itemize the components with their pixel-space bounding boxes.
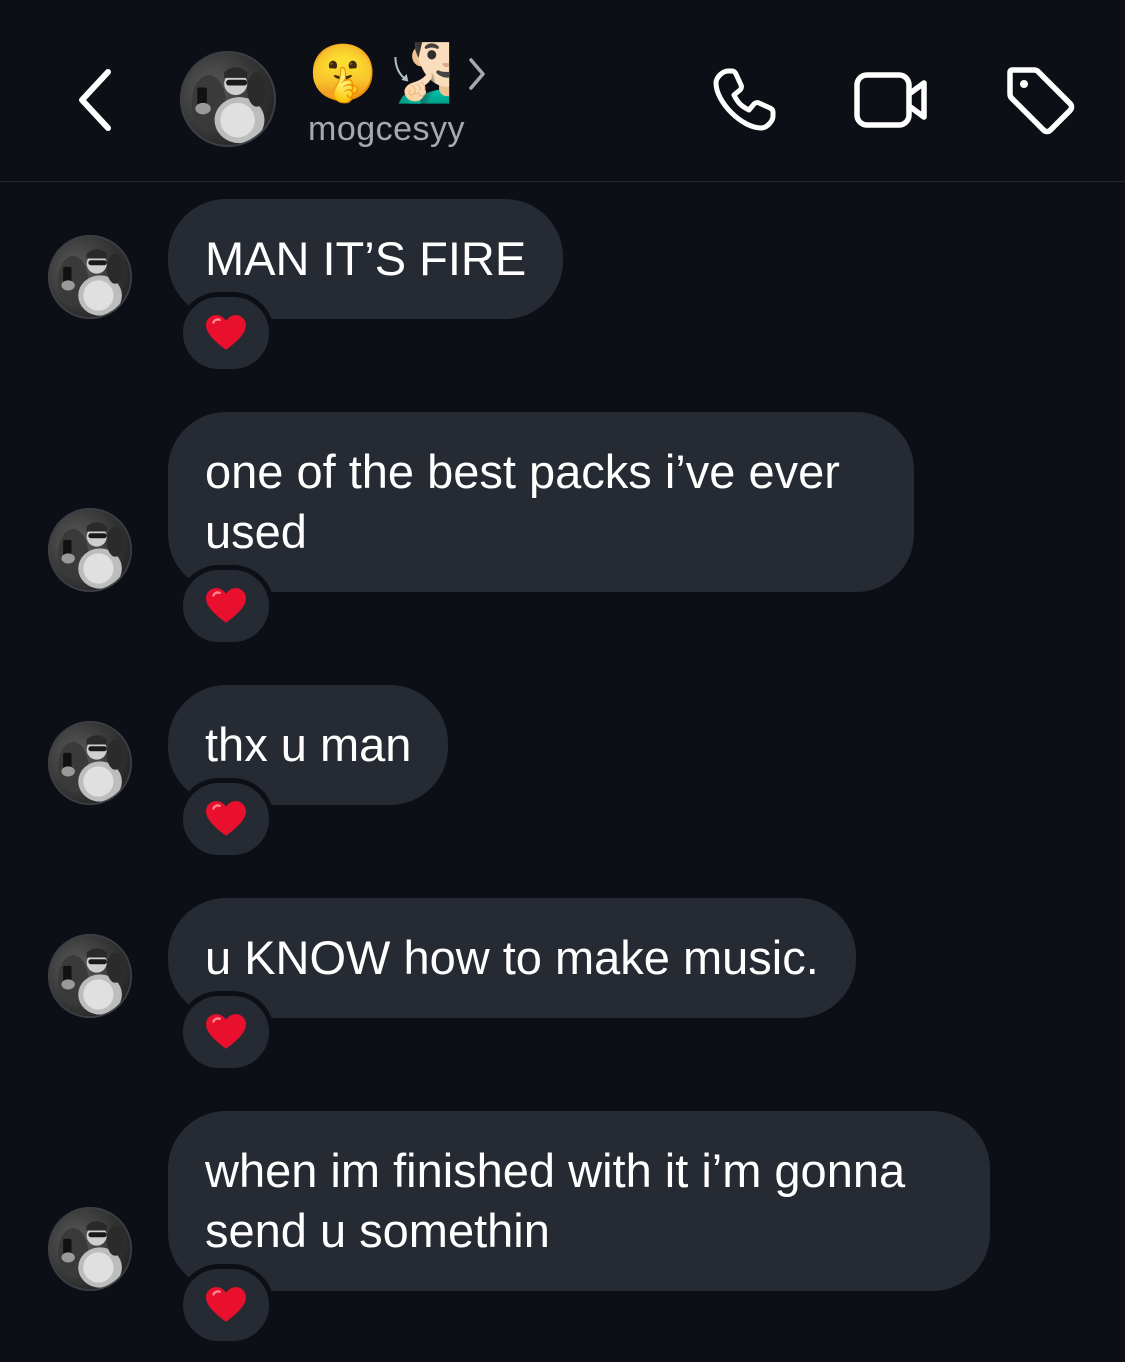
red-heart-icon xyxy=(205,1013,247,1051)
profile-photo xyxy=(48,235,132,319)
thread-title[interactable]: 🤫 🧏🏻‍♂️ xyxy=(308,42,487,106)
heart-reaction[interactable] xyxy=(178,1264,274,1346)
profile-photo xyxy=(48,508,132,592)
message-text: one of the best packs i’ve ever used xyxy=(205,445,840,558)
message-bubble[interactable]: when im finished with it i’m gonna send … xyxy=(168,1111,990,1291)
red-heart-icon xyxy=(205,587,247,625)
red-heart-icon xyxy=(205,800,247,838)
chevron-left-icon xyxy=(79,69,111,131)
heart-reaction[interactable] xyxy=(178,991,274,1073)
phone-icon xyxy=(713,68,776,131)
sender-avatar[interactable] xyxy=(48,934,132,1018)
sender-avatar[interactable] xyxy=(48,508,132,592)
message-text: u KNOW how to make music. xyxy=(205,931,819,984)
heart-reaction[interactable] xyxy=(178,778,274,860)
sender-avatar[interactable] xyxy=(48,1207,132,1291)
video-camera-icon xyxy=(854,72,927,128)
profile-photo xyxy=(48,1207,132,1291)
profile-photo xyxy=(48,934,132,1018)
red-heart-icon xyxy=(205,1286,247,1324)
username[interactable]: mogcesyy xyxy=(308,110,465,149)
tag-icon xyxy=(1007,67,1075,135)
message-bubble[interactable]: u KNOW how to make music. xyxy=(168,898,856,1018)
back-button[interactable] xyxy=(66,62,124,138)
deaf-man-emoji: 🧏🏻‍♂️ xyxy=(383,41,454,106)
message-text: when im finished with it i’m gonna send … xyxy=(205,1144,906,1257)
heart-reaction[interactable] xyxy=(178,565,274,647)
message-bubble[interactable]: one of the best packs i’ve ever used xyxy=(168,412,914,592)
sender-avatar[interactable] xyxy=(48,721,132,805)
heart-reaction[interactable] xyxy=(178,292,274,374)
sender-avatar[interactable] xyxy=(48,235,132,319)
avatar[interactable] xyxy=(180,51,276,147)
thread-header: 🤫 🧏🏻‍♂️ mogcesyy xyxy=(0,0,1125,182)
red-heart-icon xyxy=(205,314,247,352)
video-call-button[interactable] xyxy=(852,60,932,140)
message-text: MAN IT’S FIRE xyxy=(205,232,527,285)
audio-call-button[interactable] xyxy=(704,60,784,140)
profile-photo xyxy=(48,721,132,805)
chevron-right-icon xyxy=(467,56,487,92)
message-text: thx u man xyxy=(205,718,412,771)
profile-photo xyxy=(180,51,276,147)
shushing-face-emoji: 🤫 xyxy=(308,41,378,106)
label-button[interactable] xyxy=(1000,60,1080,140)
